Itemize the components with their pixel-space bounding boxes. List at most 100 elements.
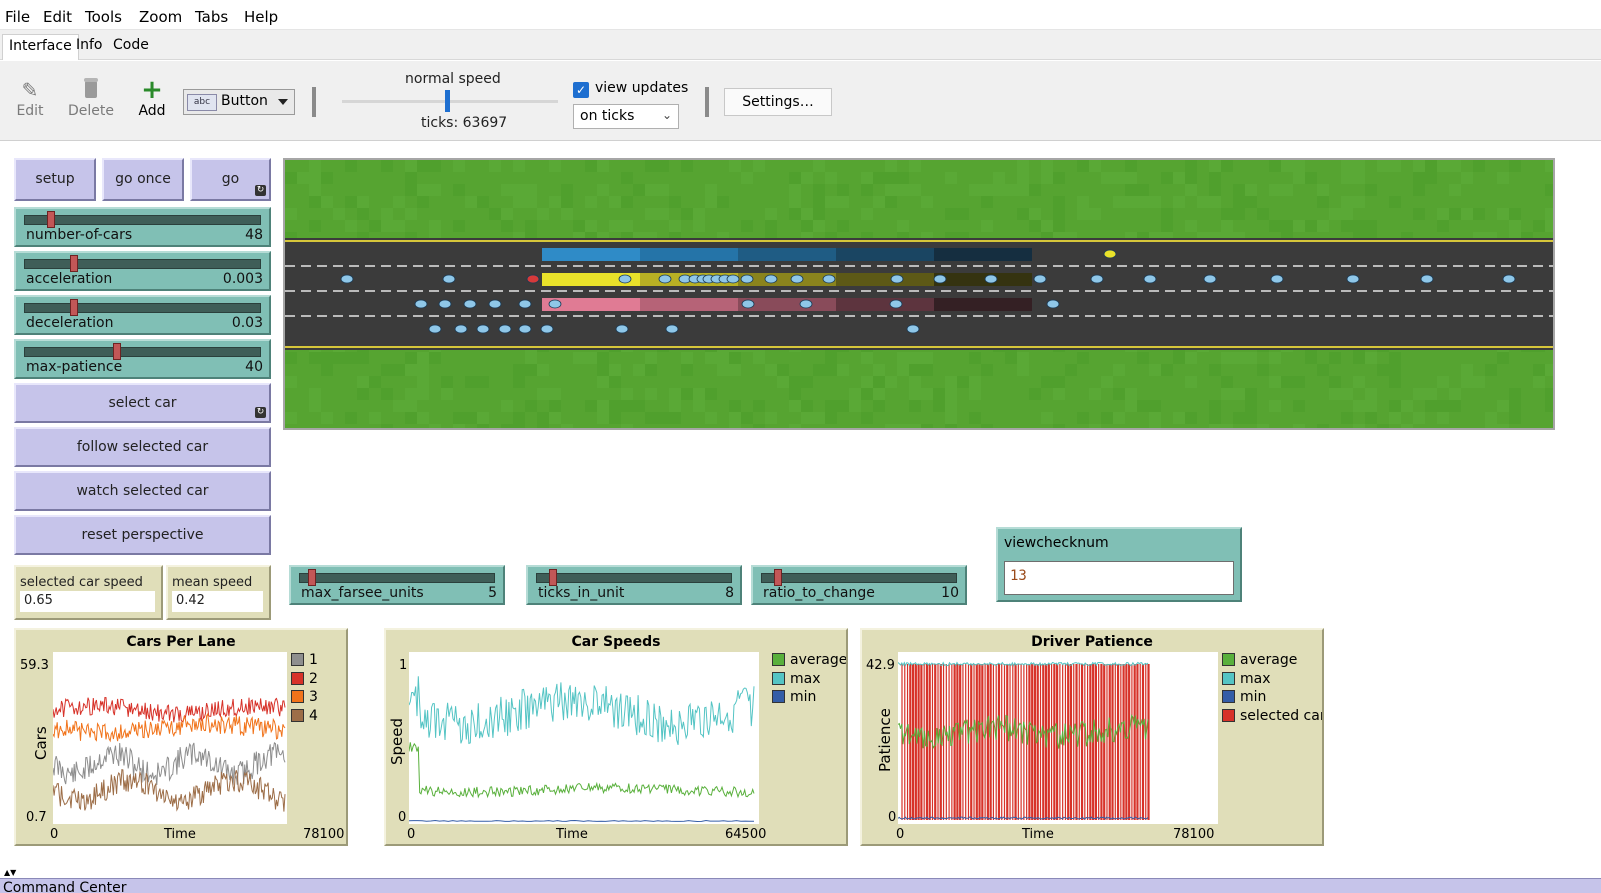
settings-button[interactable]: Settings… — [724, 88, 832, 116]
tab-info[interactable]: Info — [70, 34, 109, 60]
grass-patch — [717, 196, 729, 208]
slider-track[interactable] — [24, 347, 261, 357]
view-updates-checkbox[interactable]: ✓ — [573, 82, 589, 98]
grass-patch — [501, 400, 513, 412]
speed-label: normal speed — [405, 71, 501, 87]
slider-number-of-cars[interactable]: number-of-cars 48 — [14, 207, 271, 247]
grass-patch — [1509, 220, 1521, 232]
grass-patch — [1029, 208, 1041, 220]
slider-thumb[interactable] — [46, 211, 55, 228]
grass-patch — [309, 220, 321, 232]
grass-patch — [1005, 184, 1017, 196]
slider-value: 0.03 — [231, 315, 263, 331]
slider-thumb[interactable] — [69, 255, 78, 272]
collapse-arrows-icon[interactable]: ▲▼ — [4, 868, 16, 877]
menu-file[interactable]: File — [5, 8, 30, 26]
follow-selected-car-button[interactable]: follow selected car — [14, 427, 271, 467]
menu-bar: File Edit Tools Zoom Tabs Help — [0, 0, 1601, 30]
reset-perspective-button[interactable]: reset perspective — [14, 515, 271, 555]
slider-thumb[interactable] — [549, 569, 558, 586]
grass-patch — [1365, 352, 1377, 364]
grass-patch — [849, 400, 861, 412]
tab-interface[interactable]: Interface — [2, 34, 79, 60]
menu-tabs[interactable]: Tabs — [195, 8, 228, 26]
menu-edit[interactable]: Edit — [43, 8, 72, 26]
slider-max-farsee-units[interactable]: max_farsee_units 5 — [289, 565, 505, 605]
car — [764, 274, 778, 284]
slider-track[interactable] — [761, 573, 957, 583]
grass-patch — [489, 208, 501, 220]
grass-patch — [1365, 400, 1377, 412]
toolbar-divider — [312, 87, 316, 117]
grass-patch — [1185, 412, 1197, 424]
slider-ticks-in-unit[interactable]: ticks_in_unit 8 — [526, 565, 742, 605]
grass-patch — [813, 160, 825, 172]
car — [665, 324, 679, 334]
slider-acceleration[interactable]: acceleration 0.003 — [14, 251, 271, 291]
command-center-header[interactable]: Command Center — [0, 878, 1601, 893]
grass-patch — [1209, 400, 1221, 412]
highway-view[interactable] — [285, 160, 1553, 428]
slider-track[interactable] — [24, 215, 261, 225]
delete-button[interactable]: Delete — [63, 77, 119, 119]
grass-patch — [789, 376, 801, 388]
go-once-button[interactable]: go once — [102, 158, 184, 201]
speed-slider-track[interactable] — [342, 100, 558, 103]
car — [1203, 274, 1217, 284]
grass-patch — [1389, 196, 1401, 208]
legend-label: 1 — [309, 652, 318, 668]
widget-type-dropdown[interactable]: abc Button — [183, 89, 295, 115]
slider-thumb[interactable] — [69, 299, 78, 316]
grass-patch — [1161, 364, 1173, 376]
grass-patch — [729, 352, 741, 364]
menu-zoom[interactable]: Zoom — [139, 8, 182, 26]
edit-button[interactable]: ✎ Edit — [2, 77, 58, 119]
grass-patch — [321, 352, 333, 364]
world-view[interactable] — [283, 158, 1555, 430]
grass-patch — [1305, 220, 1317, 232]
tab-code[interactable]: Code — [107, 34, 155, 60]
slider-track[interactable] — [299, 573, 495, 583]
grass-patch — [1497, 400, 1509, 412]
slider-deceleration[interactable]: deceleration 0.03 — [14, 295, 271, 335]
grass-patch — [1449, 400, 1461, 412]
slider-thumb[interactable] — [308, 569, 317, 586]
grass-patch — [801, 220, 813, 232]
grass-patch — [1041, 412, 1053, 424]
slider-track[interactable] — [24, 303, 261, 313]
grass-patch — [321, 412, 333, 424]
grass-patch — [1101, 376, 1113, 388]
watch-selected-car-button[interactable]: watch selected car — [14, 471, 271, 511]
grass-patch — [897, 220, 909, 232]
add-button[interactable]: + Add — [124, 77, 180, 119]
slider-max-patience[interactable]: max-patience 40 — [14, 339, 271, 379]
grass-patch — [945, 400, 957, 412]
car — [340, 274, 354, 284]
select-car-button[interactable]: select car ↻ — [14, 383, 271, 423]
slider-thumb[interactable] — [113, 343, 122, 360]
grass-patch — [1413, 208, 1425, 220]
grass-patch — [885, 196, 897, 208]
grass-patch — [1389, 352, 1401, 364]
menu-help[interactable]: Help — [244, 8, 278, 26]
slider-thumb[interactable] — [774, 569, 783, 586]
slider-name: number-of-cars — [26, 227, 133, 243]
slider-track[interactable] — [24, 259, 261, 269]
update-mode-dropdown[interactable]: on ticks ⌄ — [573, 104, 679, 129]
grass-patch — [597, 364, 609, 376]
setup-button[interactable]: setup — [14, 158, 96, 201]
grass-patch — [561, 208, 573, 220]
menu-tools[interactable]: Tools — [85, 8, 122, 26]
slider-track[interactable] — [536, 573, 732, 583]
grass-patch — [465, 196, 477, 208]
grass-patch — [621, 400, 633, 412]
grass-patch — [1269, 220, 1281, 232]
grass-patch — [693, 208, 705, 220]
slider-ratio-to-change[interactable]: ratio_to_change 10 — [751, 565, 967, 605]
grass-patch — [405, 172, 417, 184]
speed-slider-thumb[interactable] — [445, 90, 450, 112]
viewchecknum-field[interactable]: 13 — [1004, 561, 1234, 595]
go-forever-button[interactable]: go ↻ — [190, 158, 271, 201]
grass-patch — [1053, 220, 1065, 232]
grass-patch — [465, 376, 477, 388]
